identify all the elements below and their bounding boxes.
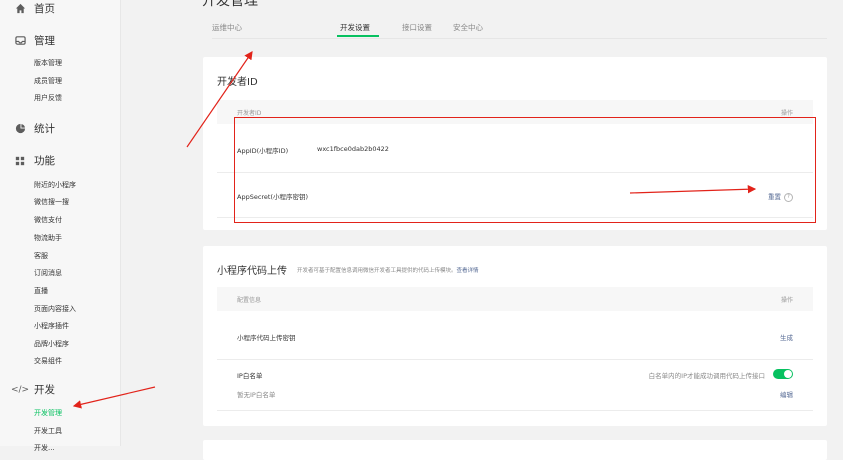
appid-label: AppID(小程序ID) bbox=[237, 147, 289, 155]
sidebar-section-features[interactable]: 功能 bbox=[14, 153, 55, 168]
sidebar-item-service[interactable]: 客服 bbox=[34, 251, 48, 261]
sidebar-item-home[interactable]: 首页 bbox=[14, 1, 55, 16]
grid-icon bbox=[14, 155, 26, 167]
upload-key-label: 小程序代码上传密钥 bbox=[237, 334, 296, 342]
code-upload-description: 开发者可基于配置信息调用微信开发者工具提供的代码上传模块。查看详情 bbox=[297, 268, 479, 274]
tab-dev-settings[interactable]: 开发设置 bbox=[340, 22, 370, 33]
sidebar-item-content[interactable]: 页面内容接入 bbox=[34, 304, 76, 314]
toggle-knob bbox=[784, 370, 792, 378]
code-upload-title: 小程序代码上传 bbox=[217, 266, 287, 277]
sidebar: 首页 管理 版本管理 成员管理 用户反馈 统计 功能 附近的小程序 微信搜一搜 … bbox=[0, 0, 121, 452]
sidebar-item-members[interactable]: 成员管理 bbox=[34, 76, 62, 86]
appid-value: wxc1fbce0dab2b0422 bbox=[317, 145, 389, 153]
home-icon bbox=[14, 3, 26, 15]
sidebar-section-manage[interactable]: 管理 bbox=[14, 33, 55, 48]
reset-secret-link[interactable]: 重置? bbox=[768, 191, 793, 202]
next-card bbox=[203, 440, 827, 460]
sidebar-item-dev-manage[interactable]: 开发管理 bbox=[34, 408, 62, 418]
main-content: 开发管理 运维中心 开发设置 接口设置 安全中心 开发者ID 开发者ID 操作 … bbox=[120, 0, 843, 460]
ip-whitelist-empty: 暂无IP白名单 bbox=[237, 391, 276, 399]
view-details-link[interactable]: 查看详情 bbox=[457, 268, 479, 274]
sidebar-item-logistics[interactable]: 物流助手 bbox=[34, 233, 62, 243]
sidebar-item-search[interactable]: 微信搜一搜 bbox=[34, 197, 69, 207]
table-row: AppSecret(小程序密钥) 重置? bbox=[217, 173, 813, 218]
tab-ops[interactable]: 运维中心 bbox=[212, 22, 242, 33]
pie-chart-icon bbox=[14, 123, 26, 135]
tab-api-settings[interactable]: 接口设置 bbox=[402, 22, 432, 33]
developer-id-title: 开发者ID bbox=[217, 77, 258, 88]
sidebar-item-trade[interactable]: 交易组件 bbox=[34, 356, 62, 366]
inbox-icon bbox=[14, 35, 26, 47]
sidebar-item-plugin[interactable]: 小程序插件 bbox=[34, 321, 69, 331]
ip-whitelist-toggle-text: 白名单内的IP才能成功调用代码上传接口 bbox=[648, 372, 765, 380]
sidebar-item-pay[interactable]: 微信支付 bbox=[34, 215, 62, 225]
code-upload-table-header: 配置信息 操作 bbox=[217, 287, 813, 311]
table-row: AppID(小程序ID) wxc1fbce0dab2b0422 bbox=[217, 124, 813, 173]
table-row: IP白名单 暂无IP白名单 白名单内的IP才能成功调用代码上传接口 编辑 bbox=[217, 360, 813, 411]
developer-id-card: 开发者ID 开发者ID 操作 AppID(小程序ID) wxc1fbce0dab… bbox=[203, 57, 827, 230]
sidebar-item-dev-more[interactable]: 开发... bbox=[34, 443, 55, 453]
table-row: 小程序代码上传密钥 生成 bbox=[217, 311, 813, 360]
developer-id-table-header: 开发者ID 操作 bbox=[217, 100, 813, 124]
sidebar-section-dev[interactable]: </> 开发 bbox=[10, 382, 55, 397]
appsecret-label: AppSecret(小程序密钥) bbox=[237, 193, 309, 201]
code-icon: </> bbox=[10, 384, 30, 395]
sidebar-item-feedback[interactable]: 用户反馈 bbox=[34, 93, 62, 103]
tab-bar: 运维中心 开发设置 接口设置 安全中心 bbox=[212, 20, 827, 39]
sidebar-section-stats[interactable]: 统计 bbox=[14, 121, 55, 136]
sidebar-item-nearby[interactable]: 附近的小程序 bbox=[34, 180, 76, 190]
sidebar-item-dev-tools[interactable]: 开发工具 bbox=[34, 426, 62, 436]
code-upload-card: 小程序代码上传 开发者可基于配置信息调用微信开发者工具提供的代码上传模块。查看详… bbox=[203, 246, 827, 426]
edit-whitelist-link[interactable]: 编辑 bbox=[780, 389, 793, 399]
ip-whitelist-toggle[interactable] bbox=[773, 369, 793, 379]
page-title: 开发管理 bbox=[202, 0, 258, 9]
generate-key-link[interactable]: 生成 bbox=[780, 332, 793, 342]
help-icon[interactable]: ? bbox=[784, 192, 793, 202]
ip-whitelist-label: IP白名单 bbox=[237, 372, 263, 380]
tab-security[interactable]: 安全中心 bbox=[453, 22, 483, 33]
sidebar-item-version[interactable]: 版本管理 bbox=[34, 58, 62, 68]
sidebar-item-subscribe[interactable]: 订阅消息 bbox=[34, 268, 62, 278]
sidebar-item-live[interactable]: 直播 bbox=[34, 286, 48, 296]
active-tab-indicator bbox=[337, 35, 379, 37]
sidebar-item-brand[interactable]: 品牌小程序 bbox=[34, 339, 69, 349]
